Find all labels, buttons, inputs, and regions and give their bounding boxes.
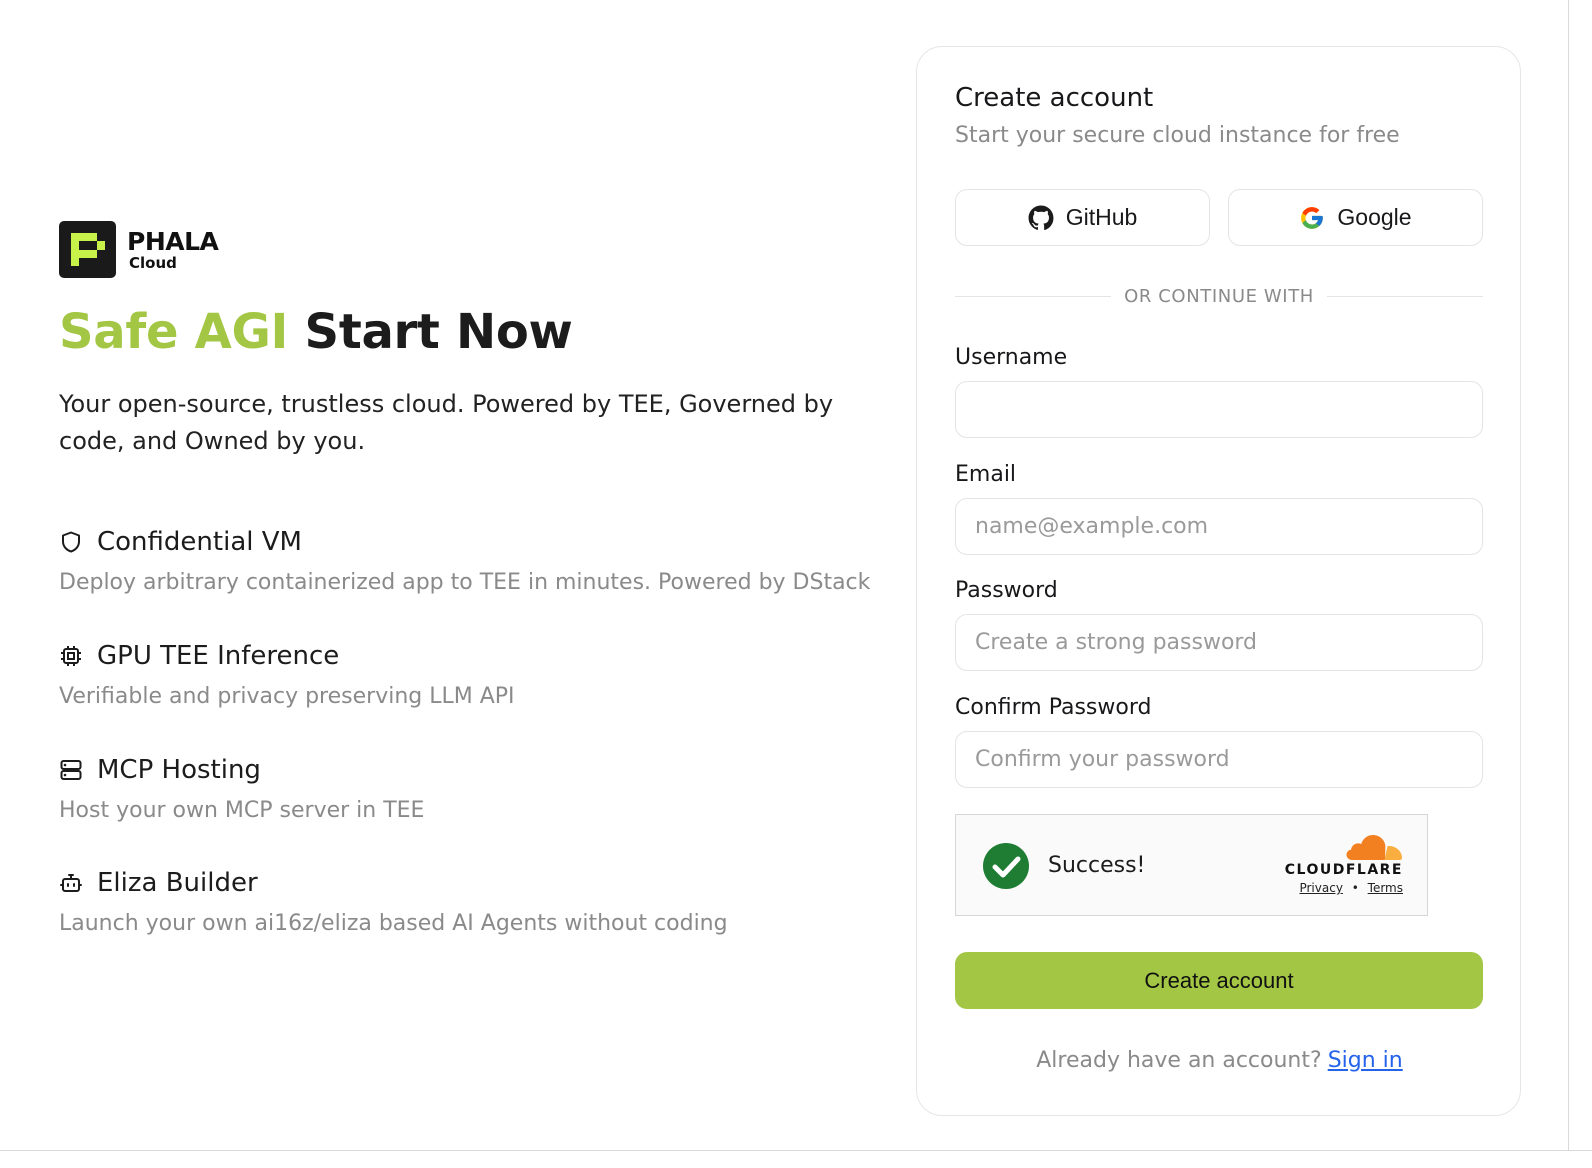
email-input[interactable] xyxy=(955,498,1483,555)
github-icon xyxy=(1028,205,1054,231)
github-signin-button[interactable]: GitHub xyxy=(955,189,1210,246)
signup-page: PHALA Cloud Safe AGI Start Now Your open… xyxy=(0,0,1568,1150)
confirm-password-input[interactable] xyxy=(955,731,1483,788)
confirm-password-label: Confirm Password xyxy=(955,695,1152,720)
shield-icon xyxy=(59,530,83,554)
feature-title: Eliza Builder xyxy=(97,868,258,898)
vertical-scrollbar[interactable] xyxy=(1568,0,1592,1168)
card-title: Create account xyxy=(955,83,1154,113)
signup-card: Create account Start your secure cloud i… xyxy=(916,46,1521,1116)
signin-link[interactable]: Sign in xyxy=(1328,1048,1403,1073)
hero-intro: Your open-source, trustless cloud. Power… xyxy=(59,390,834,455)
card-subtitle: Start your secure cloud instance for fre… xyxy=(955,123,1400,148)
feature-title: Confidential VM xyxy=(97,527,302,557)
google-label: Google xyxy=(1337,204,1412,230)
divider-text: OR CONTINUE WITH xyxy=(1124,285,1314,307)
captcha-link-separator: • xyxy=(1351,881,1359,895)
phala-logo-mark-icon xyxy=(59,221,116,278)
google-signin-button[interactable]: Google xyxy=(1228,189,1483,246)
feature-eliza-builder: Eliza Builder Launch your own ai16z/eliz… xyxy=(59,867,728,939)
cloudflare-cloud-icon xyxy=(1345,833,1403,861)
feature-gpu-tee-inference: GPU TEE Inference Verifiable and privacy… xyxy=(59,640,515,712)
brand-sub: Cloud xyxy=(129,253,177,272)
username-label: Username xyxy=(955,345,1068,370)
bot-icon xyxy=(59,871,83,895)
password-label: Password xyxy=(955,578,1058,603)
headline-accent: Safe AGI xyxy=(59,304,289,360)
brand-logo: PHALA Cloud xyxy=(59,221,219,278)
brand-name: PHALA xyxy=(127,226,219,256)
feature-title: GPU TEE Inference xyxy=(97,641,340,671)
horizontal-scrollbar[interactable] xyxy=(0,1150,1592,1168)
username-input[interactable] xyxy=(955,381,1483,438)
signin-row: Already have an account? Sign in xyxy=(917,1046,1522,1076)
signin-prompt: Already have an account? xyxy=(1036,1048,1322,1073)
feature-desc: Launch your own ai16z/eliza based AI Age… xyxy=(59,911,728,936)
create-account-button[interactable]: Create account xyxy=(955,952,1483,1009)
feature-desc: Verifiable and privacy preserving LLM AP… xyxy=(59,684,515,709)
server-icon xyxy=(59,758,83,782)
captcha-status: Success! xyxy=(1048,853,1146,878)
captcha-terms-link[interactable]: Terms xyxy=(1368,881,1403,895)
or-divider: OR CONTINUE WITH xyxy=(955,285,1483,307)
feature-confidential-vm: Confidential VM Deploy arbitrary contain… xyxy=(59,526,870,598)
feature-desc: Deploy arbitrary containerized app to TE… xyxy=(59,570,871,595)
headline-rest: Start Now xyxy=(304,304,573,360)
cpu-icon xyxy=(59,644,83,668)
email-label: Email xyxy=(955,462,1017,487)
hero-headline: Safe AGI Start Now xyxy=(59,302,573,362)
google-icon xyxy=(1299,205,1325,231)
feature-mcp-hosting: MCP Hosting Host your own MCP server in … xyxy=(59,754,424,826)
captcha-privacy-link[interactable]: Privacy xyxy=(1299,881,1342,895)
success-check-icon xyxy=(982,842,1030,890)
cloudflare-branding: CLOUDFLARE Privacy • Terms xyxy=(1283,833,1403,895)
feature-title: MCP Hosting xyxy=(97,755,261,785)
feature-desc: Host your own MCP server in TEE xyxy=(59,798,425,823)
cloudflare-turnstile-widget[interactable]: Success! CLOUDFLARE Privacy • Terms xyxy=(955,814,1428,916)
cloudflare-wordmark: CLOUDFLARE xyxy=(1284,862,1403,878)
password-input[interactable] xyxy=(955,614,1483,671)
github-label: GitHub xyxy=(1065,204,1138,230)
